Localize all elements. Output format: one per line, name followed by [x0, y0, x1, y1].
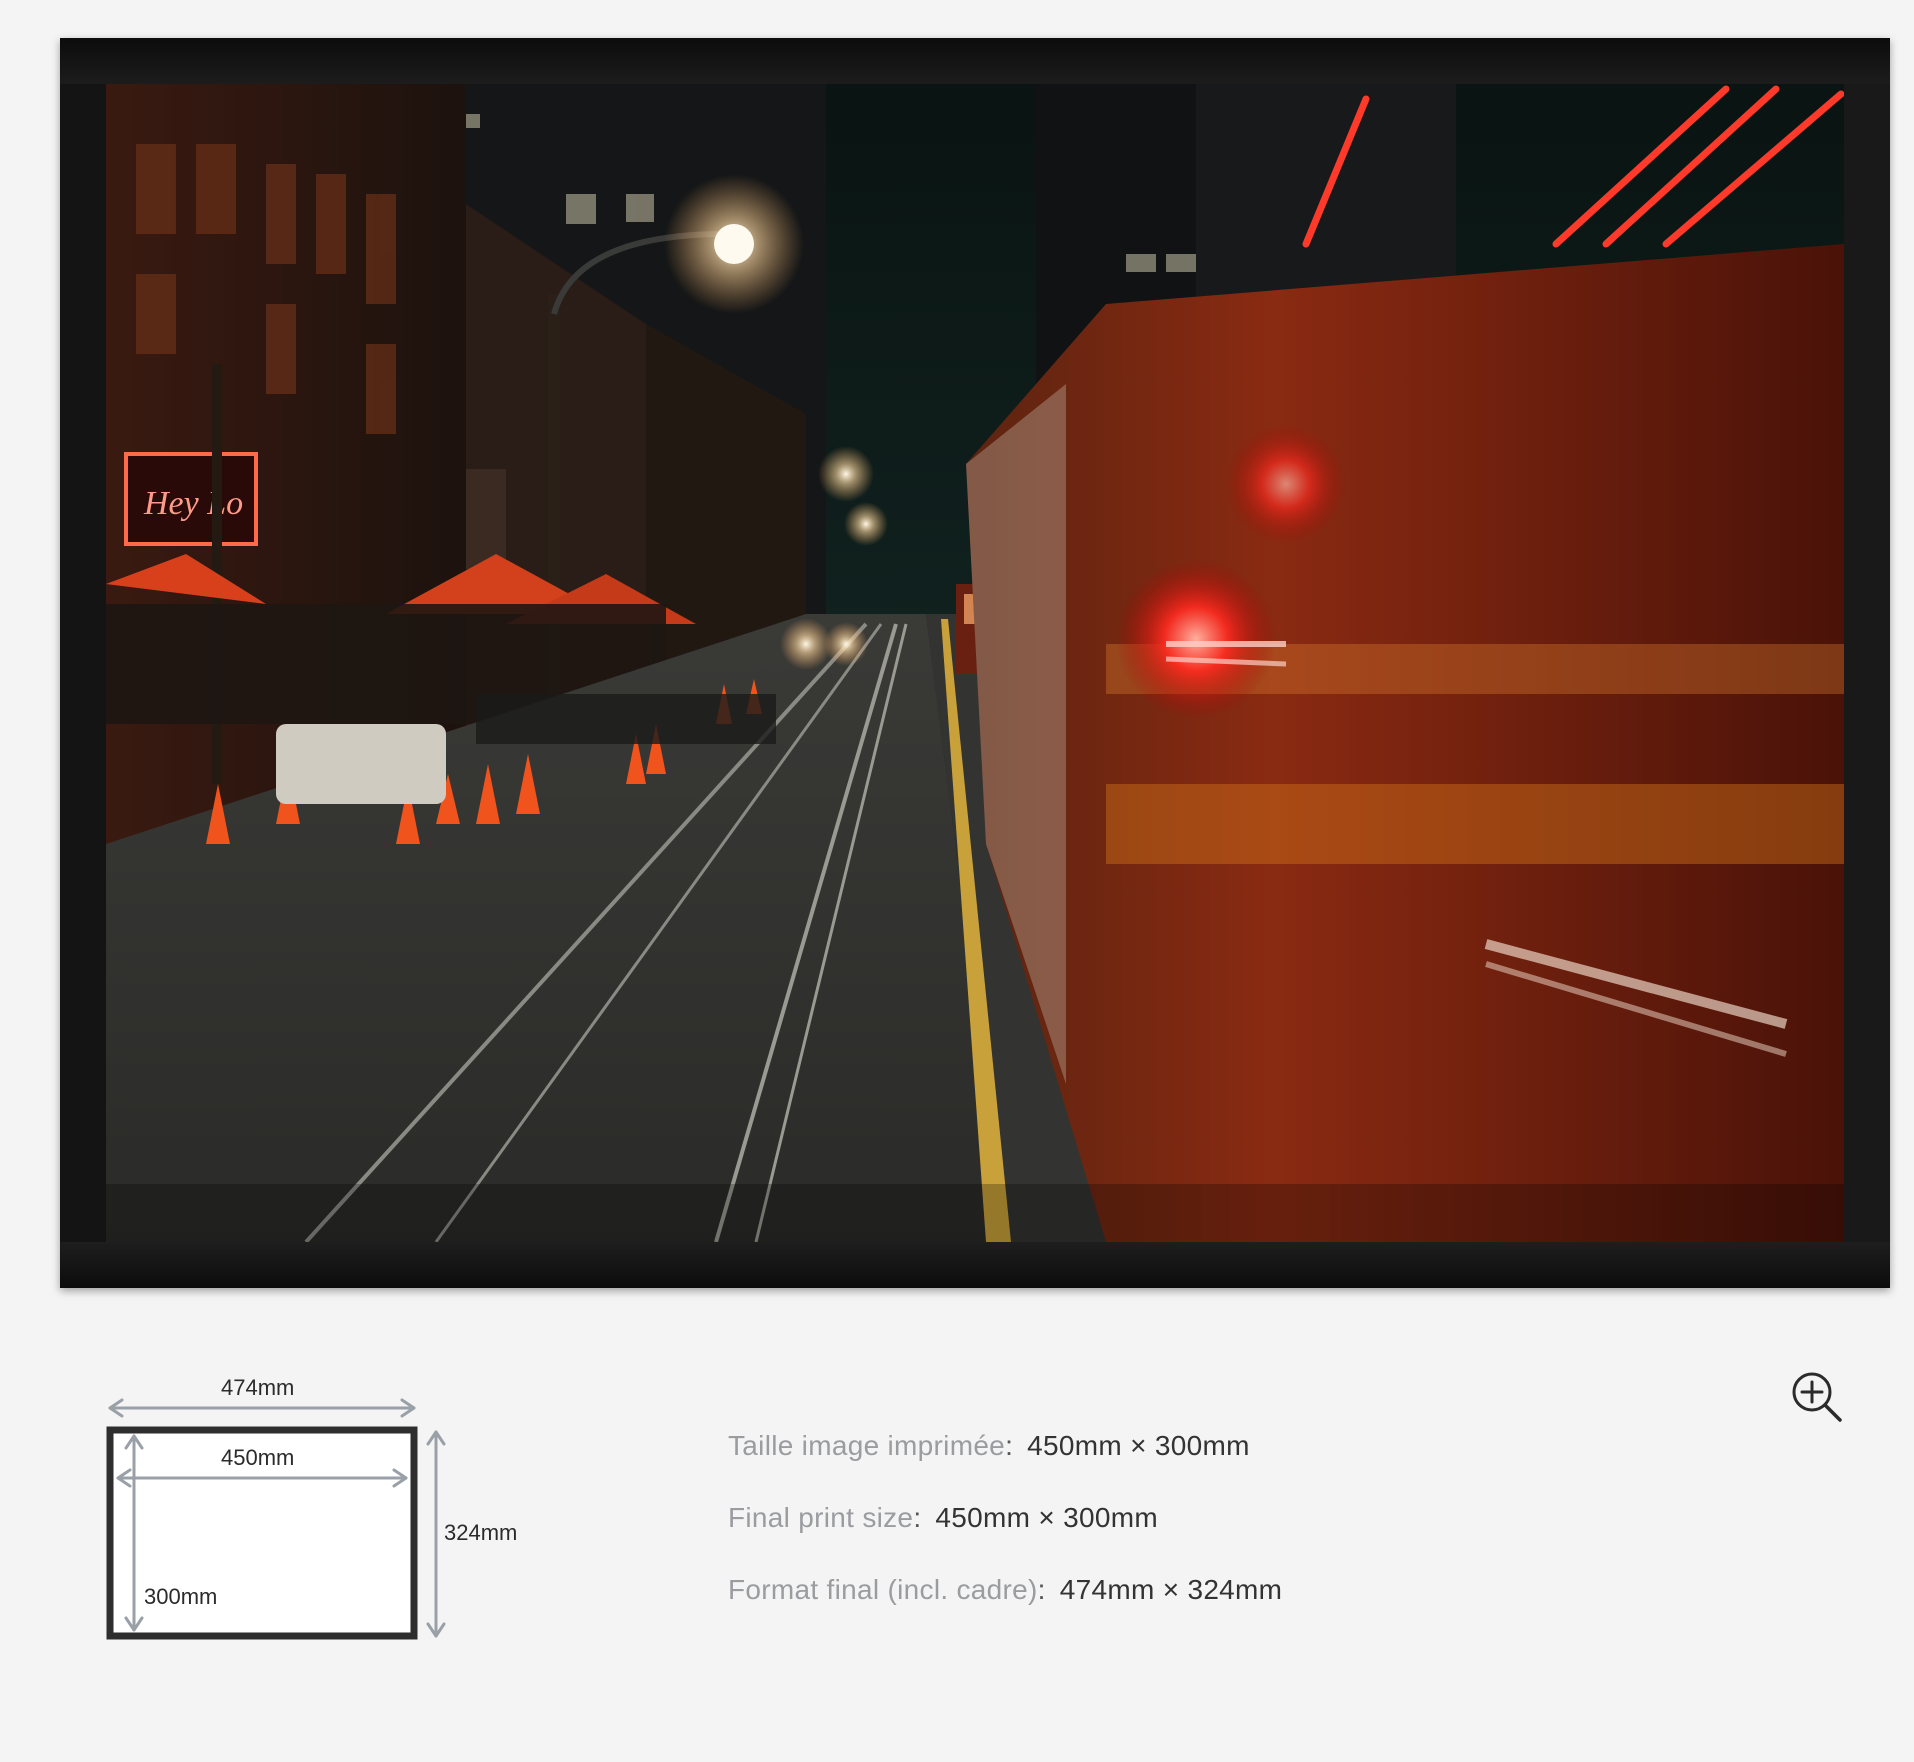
size-specs: Taille image imprimée: 450mm × 300mm Fina… — [728, 1428, 1282, 1644]
neon-sign-text: Hey Lo — [143, 485, 243, 522]
spec-label: Final print size — [728, 1502, 914, 1533]
spec-value: 474mm × 324mm — [1059, 1574, 1283, 1605]
spec-label: Format final (incl. cadre) — [728, 1574, 1038, 1605]
product-photo[interactable]: Hey Lo — [106, 84, 1844, 1242]
night-street-scene: Hey Lo — [106, 84, 1844, 1242]
inner-width-label: 450mm — [221, 1445, 295, 1470]
spec-row-final-print: Final print size: 450mm × 300mm — [728, 1502, 1158, 1533]
picture-frame: Hey Lo — [60, 38, 1890, 1288]
spec-row-final-format: Format final (incl. cadre): 474mm × 324mm — [728, 1574, 1283, 1605]
zoom-in-button[interactable] — [1790, 1370, 1844, 1424]
spec-label: Taille image imprimée — [728, 1430, 1006, 1461]
spec-value: 450mm × 300mm — [935, 1502, 1158, 1533]
size-diagram: 474mm 450mm 324mm 300mm — [100, 1370, 540, 1650]
outer-width-label: 474mm — [221, 1375, 295, 1400]
spec-row-printed-image: Taille image imprimée: 450mm × 300mm — [728, 1430, 1250, 1461]
zoom-in-icon — [1792, 1372, 1842, 1422]
outer-height-label: 324mm — [444, 1520, 518, 1545]
inner-height-label: 300mm — [144, 1584, 218, 1609]
spec-value: 450mm × 300mm — [1027, 1430, 1250, 1461]
